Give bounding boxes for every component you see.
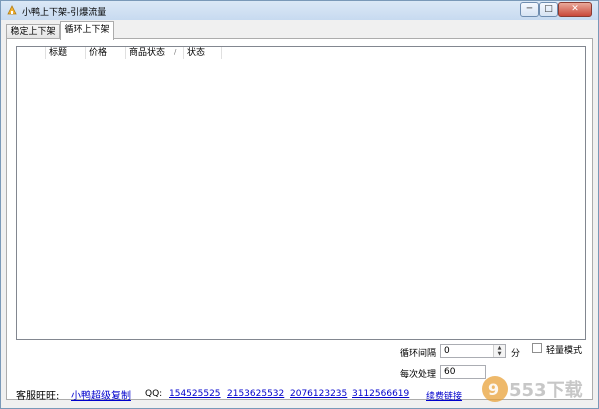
title-bar[interactable]: 小鸭上下架-引爆流量 ─ □ ✕ <box>1 1 598 20</box>
column-header-blank[interactable] <box>17 47 46 59</box>
light-mode-checkbox[interactable] <box>532 343 542 353</box>
spinner-arrows-icon[interactable]: ▲ ▼ <box>493 345 505 357</box>
interval-label: 循环间隔 <box>400 349 437 359</box>
qq-link-1[interactable]: 154525525 <box>169 389 221 399</box>
column-header-title[interactable]: 标题 <box>46 47 86 59</box>
qq-link-3[interactable]: 2076123235 <box>290 389 347 399</box>
svg-text:9: 9 <box>488 380 499 399</box>
service-label: 客服旺旺: <box>16 391 60 402</box>
light-mode-label: 轻量模式 <box>546 346 583 356</box>
service-wangwang-link[interactable]: 小鸭超级复制 <box>71 387 131 402</box>
column-header-price[interactable]: 价格 <box>86 47 126 59</box>
close-button[interactable]: ✕ <box>558 2 592 17</box>
column-header-status[interactable]: 状态 <box>184 47 222 59</box>
tab-stable-listing[interactable]: 稳定上下架 <box>6 24 60 39</box>
interval-spinner[interactable]: 0 ▲ ▼ <box>440 344 506 358</box>
qq-link-2[interactable]: 2153625532 <box>227 389 284 399</box>
sort-indicator-icon: / <box>174 48 177 56</box>
product-list[interactable]: 标题 价格 商品状态 / 状态 <box>16 46 586 340</box>
qq-link-4[interactable]: 3112566619 <box>352 389 409 399</box>
maximize-button[interactable]: □ <box>539 2 558 17</box>
interval-unit: 分 <box>511 349 521 359</box>
site-watermark-logo: 9 553下载 <box>482 376 583 402</box>
interval-value: 0 <box>444 346 450 356</box>
qq-label: QQ: <box>145 389 163 399</box>
minimize-button[interactable]: ─ <box>520 2 539 17</box>
app-window: 小鸭上下架-引爆流量 ─ □ ✕ 稳定上下架 循环上下架 标题 价格 商品状态 … <box>0 0 599 409</box>
svg-text:553下载: 553下载 <box>509 379 583 401</box>
renew-link[interactable]: 续费链接 <box>426 389 462 402</box>
tab-loop-listing[interactable]: 循环上下架 <box>60 21 114 40</box>
duck-app-icon <box>7 5 17 15</box>
window-title: 小鸭上下架-引爆流量 <box>22 8 107 18</box>
batch-label: 每次处理 <box>400 370 437 380</box>
batch-size-value: 60 <box>444 367 456 377</box>
